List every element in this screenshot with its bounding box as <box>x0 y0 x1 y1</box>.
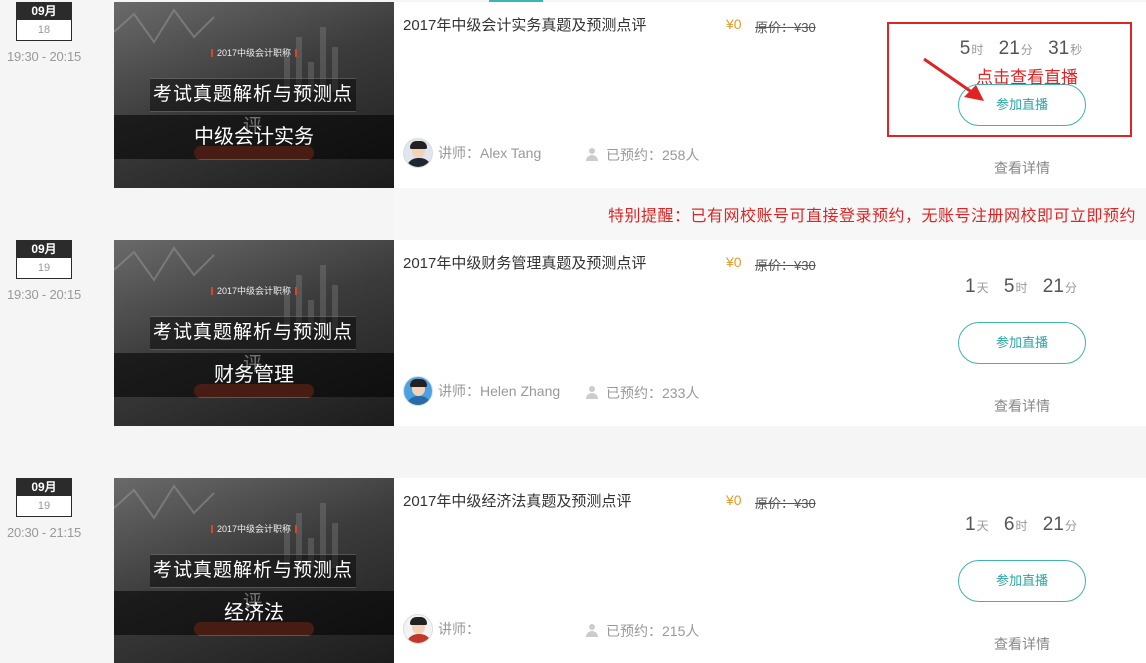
thumbnail-banner: 考试真题解析与预测点评 <box>150 78 356 137</box>
booking-count-label: 已预约：233人 <box>606 385 700 401</box>
session-card: 2017中级会计职称 考试真题解析与预测点评 财务管理 2017年中级财务管理真… <box>114 240 1146 426</box>
countdown-unit: 天 <box>976 281 989 295</box>
thumbnail-subject: 中级会计实务 <box>114 115 394 159</box>
thumbnail-tag: 2017中级会计职称 <box>114 46 394 59</box>
teacher-avatar <box>403 376 433 406</box>
teacher-info: 讲师：Alex Tang <box>403 138 541 168</box>
reminder-text: 特别提醒：已有网校账号可直接登录预约，无账号注册网校即可立即预约 <box>607 208 1136 225</box>
user-icon <box>586 148 598 162</box>
course-title[interactable]: 2017年中级财务管理真题及预测点评 <box>403 252 646 273</box>
teacher-name: 讲师：Alex Tang <box>438 145 542 161</box>
session-date: 09月 18 19:30 - 20:15 <box>0 2 88 64</box>
countdown-unit: 时 <box>1015 519 1028 533</box>
thumbnail-tag: 2017中级会计职称 <box>114 522 394 535</box>
session-card: 2017中级会计职称 考试真题解析与预测点评 经济法 2017年中级经济法真题及… <box>114 478 1146 663</box>
calendar-month: 09月 <box>17 241 71 258</box>
countdown-unit: 天 <box>976 519 989 533</box>
thumbnail-banner: 考试真题解析与预测点评 <box>150 316 356 375</box>
calendar-badge: 09月 18 <box>16 2 72 41</box>
session-time: 19:30 - 20:15 <box>6 287 82 302</box>
thumbnail-subject: 财务管理 <box>114 353 394 397</box>
session-time: 20:30 - 21:15 <box>6 525 82 540</box>
view-details-link[interactable]: 查看详情 <box>958 396 1086 416</box>
teacher-info: 讲师： <box>403 614 480 644</box>
calendar-month: 09月 <box>17 479 71 496</box>
countdown-value: 5 <box>1003 276 1015 297</box>
thumbnail-subject: 经济法 <box>114 591 394 635</box>
calendar-day: 19 <box>37 500 51 512</box>
calendar-day: 19 <box>37 262 51 274</box>
session-date: 09月 19 20:30 - 21:15 <box>0 478 88 540</box>
price: ¥0 <box>726 254 742 270</box>
countdown-unit: 分 <box>1064 281 1077 295</box>
countdown-unit: 时 <box>1015 281 1028 295</box>
teacher-avatar <box>403 614 433 644</box>
teacher-name: 讲师：Helen Zhang <box>438 383 561 399</box>
countdown-value: 6 <box>1003 514 1015 535</box>
view-details-link[interactable]: 查看详情 <box>958 158 1086 178</box>
session-date: 09月 19 19:30 - 20:15 <box>0 240 88 302</box>
countdown-timer: 1天 5时 21分 <box>914 276 1128 298</box>
booking-count-label: 已预约：215人 <box>606 623 700 639</box>
thumbnail-tag: 2017中级会计职称 <box>114 284 394 297</box>
teacher-name: 讲师： <box>438 621 480 637</box>
click-to-view-note: 点击查看直播 <box>976 68 1078 87</box>
countdown-value: 1 <box>965 514 976 535</box>
reminder-bar: 特别提醒：已有网校账号可直接登录预约，无账号注册网校即可立即预约 <box>394 188 1146 240</box>
view-details-link[interactable]: 查看详情 <box>958 634 1086 654</box>
calendar-badge: 09月 19 <box>16 478 72 517</box>
calendar-day: 18 <box>37 24 51 36</box>
original-price: 原价：¥30 <box>755 258 816 273</box>
user-icon <box>586 624 598 638</box>
course-thumbnail[interactable]: 2017中级会计职称 考试真题解析与预测点评 中级会计实务 <box>114 2 394 188</box>
countdown-value: 21 <box>1042 276 1064 297</box>
booking-count: 已预约：233人 <box>586 383 699 403</box>
teacher-avatar <box>403 138 433 168</box>
course-thumbnail[interactable]: 2017中级会计职称 考试真题解析与预测点评 财务管理 <box>114 240 394 426</box>
booking-count-label: 已预约：258人 <box>606 147 700 163</box>
booking-count: 已预约：258人 <box>586 145 699 165</box>
countdown-unit: 分 <box>1064 519 1077 533</box>
calendar-badge: 09月 19 <box>16 240 72 279</box>
booking-count: 已预约：215人 <box>586 621 699 641</box>
thumbnail-banner: 考试真题解析与预测点评 <box>150 554 356 613</box>
user-icon <box>586 386 598 400</box>
join-live-button[interactable]: 参加直播 <box>958 560 1086 602</box>
course-title[interactable]: 2017年中级经济法真题及预测点评 <box>403 490 631 511</box>
original-price: 原价：¥30 <box>755 496 816 511</box>
countdown-timer: 1天 6时 21分 <box>914 514 1128 536</box>
price: ¥0 <box>726 492 742 508</box>
teacher-info: 讲师：Helen Zhang <box>403 376 560 406</box>
countdown-value: 1 <box>965 276 976 297</box>
calendar-month: 09月 <box>17 3 71 20</box>
original-price: 原价：¥30 <box>755 20 816 35</box>
course-title[interactable]: 2017年中级会计实务真题及预测点评 <box>403 14 646 35</box>
join-live-button[interactable]: 参加直播 <box>958 322 1086 364</box>
price: ¥0 <box>726 16 742 32</box>
course-thumbnail[interactable]: 2017中级会计职称 考试真题解析与预测点评 经济法 <box>114 478 394 663</box>
session-time: 19:30 - 20:15 <box>6 49 82 64</box>
countdown-value: 21 <box>1042 514 1064 535</box>
